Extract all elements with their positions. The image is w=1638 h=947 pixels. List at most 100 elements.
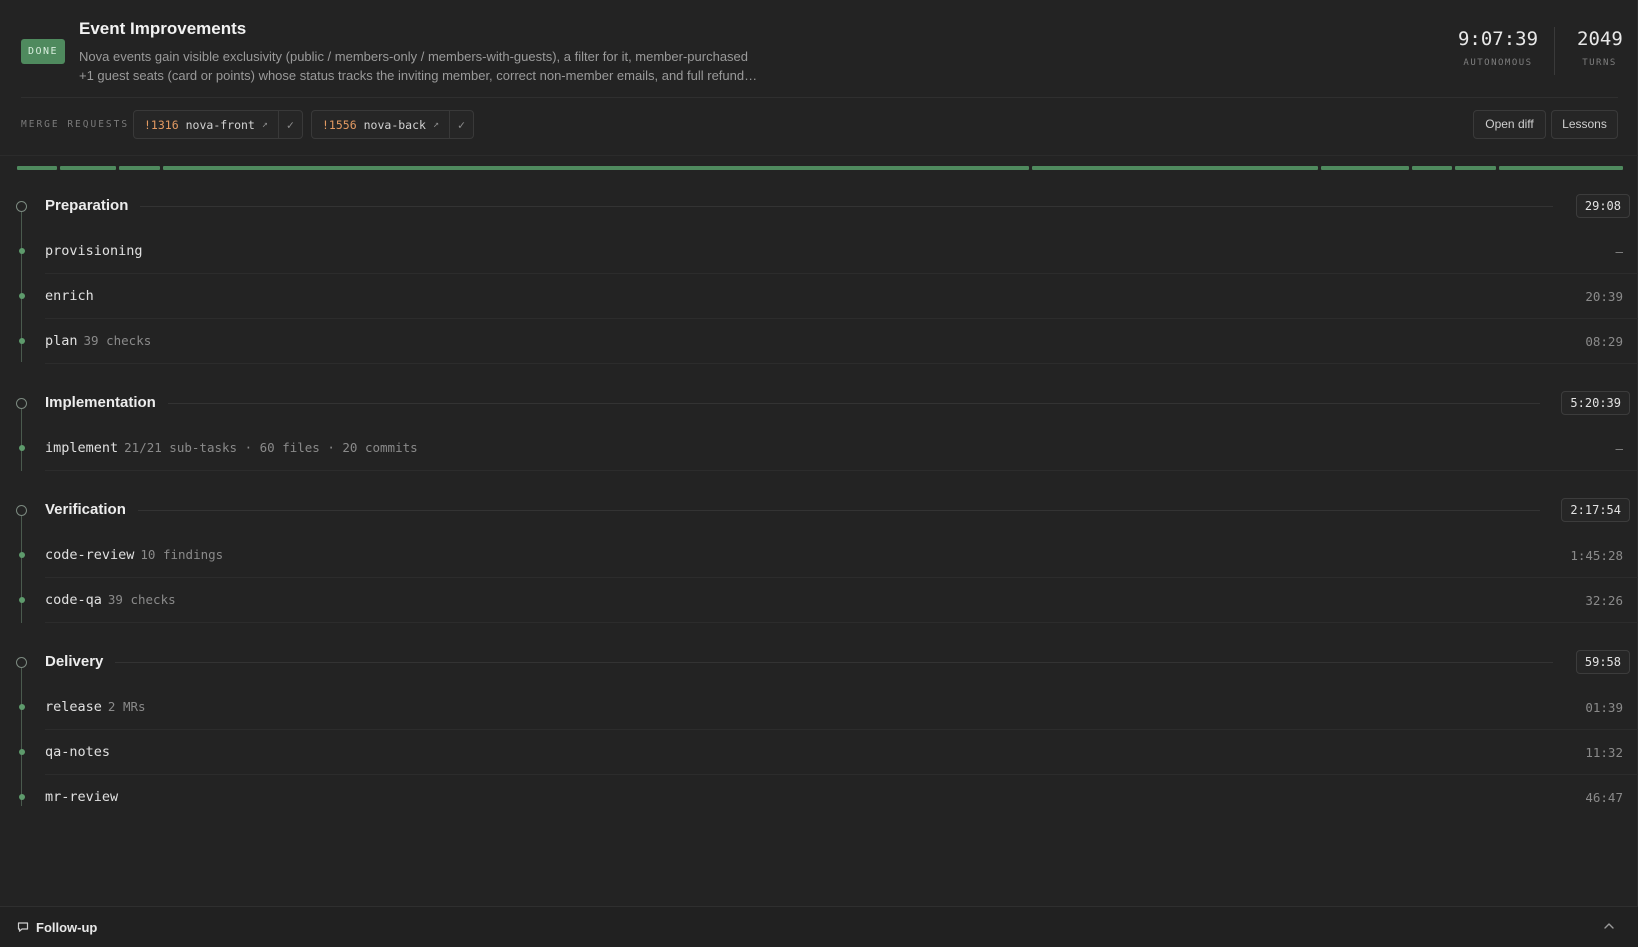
progress-segment bbox=[119, 166, 160, 170]
step-provisioning[interactable]: provisioning – bbox=[0, 229, 1638, 274]
step-implement[interactable]: implement 21/21 sub-tasks · 60 files · 20… bbox=[0, 426, 1638, 471]
lessons-button[interactable]: Lessons bbox=[1551, 110, 1618, 139]
step-duration: 11:32 bbox=[1585, 745, 1623, 760]
step-duration: – bbox=[1615, 244, 1623, 259]
step-status-icon bbox=[19, 552, 25, 558]
row-divider bbox=[45, 470, 1638, 471]
merge-requests-label: MERGE REQUESTS bbox=[21, 119, 130, 130]
mr-link[interactable]: !1556 nova-back ↗ bbox=[312, 111, 449, 138]
phase-divider bbox=[45, 403, 1540, 404]
step-name: code-review bbox=[45, 547, 135, 563]
status-badge: DONE bbox=[21, 39, 65, 64]
phase-divider bbox=[45, 510, 1540, 511]
autonomous-label: AUTONOMOUS bbox=[1463, 58, 1533, 68]
follow-up-label: Follow-up bbox=[36, 920, 98, 935]
step-duration: 32:26 bbox=[1585, 593, 1623, 608]
phase-status-icon bbox=[16, 398, 27, 409]
step-status-icon bbox=[19, 338, 25, 344]
header-divider bbox=[21, 97, 1618, 98]
phase-status-icon bbox=[16, 201, 27, 212]
turns-label: TURNS bbox=[1582, 58, 1617, 68]
step-duration: 1:45:28 bbox=[1570, 548, 1623, 563]
progress-segment bbox=[1412, 166, 1452, 170]
phase-title: Verification bbox=[45, 501, 138, 518]
external-link-icon: ↗ bbox=[261, 119, 268, 130]
mr-chip-nova-front[interactable]: !1316 nova-front ↗ ✓ bbox=[133, 110, 303, 139]
step-code-qa[interactable]: code-qa 39 checks 32:26 bbox=[0, 578, 1638, 623]
turns-value: 2049 bbox=[1577, 28, 1623, 50]
step-status-icon bbox=[19, 704, 25, 710]
step-name: provisioning bbox=[45, 243, 143, 259]
step-release[interactable]: release 2 MRs 01:39 bbox=[0, 685, 1638, 730]
step-name: implement bbox=[45, 440, 119, 456]
check-icon[interactable]: ✓ bbox=[277, 111, 302, 138]
step-code-review[interactable]: code-review 10 findings 1:45:28 bbox=[0, 533, 1638, 578]
phase-status-icon bbox=[16, 657, 27, 668]
step-name: qa-notes bbox=[45, 744, 111, 760]
mr-link[interactable]: !1316 nova-front ↗ bbox=[134, 111, 278, 138]
step-name: code-qa bbox=[45, 592, 102, 608]
metric-divider bbox=[1554, 27, 1555, 75]
step-meta: 21/21 sub-tasks · 60 files · 20 commits bbox=[124, 440, 418, 455]
step-status-icon bbox=[19, 293, 25, 299]
step-name: mr-review bbox=[45, 789, 119, 805]
follow-up-bar[interactable]: Follow-up bbox=[0, 906, 1638, 947]
step-status-icon bbox=[19, 445, 25, 451]
step-meta: 39 checks bbox=[83, 333, 152, 348]
step-meta: 39 checks bbox=[107, 592, 176, 607]
step-duration: – bbox=[1615, 441, 1623, 456]
step-duration: 20:39 bbox=[1585, 289, 1623, 304]
mr-repo: nova-back bbox=[363, 117, 426, 132]
step-plan[interactable]: plan 39 checks 08:29 bbox=[0, 319, 1638, 364]
progress-segment bbox=[163, 166, 1029, 170]
phase-title: Implementation bbox=[45, 394, 168, 411]
mr-chip-nova-back[interactable]: !1556 nova-back ↗ ✓ bbox=[311, 110, 474, 139]
step-duration: 01:39 bbox=[1585, 700, 1623, 715]
phase-implementation[interactable]: Implementation 5:20:39 bbox=[0, 383, 1638, 423]
step-status-icon bbox=[19, 749, 25, 755]
progress-segment bbox=[17, 166, 57, 170]
run-header: DONE Event Improvements Nova events gain… bbox=[0, 0, 1638, 98]
phase-progress-bar bbox=[17, 166, 1623, 170]
merge-requests-divider bbox=[0, 155, 1638, 156]
row-divider bbox=[45, 622, 1638, 623]
chat-bubble-icon bbox=[17, 922, 29, 932]
phase-status-icon bbox=[16, 505, 27, 516]
phase-divider bbox=[45, 206, 1553, 207]
step-duration: 46:47 bbox=[1585, 790, 1623, 805]
check-icon[interactable]: ✓ bbox=[448, 111, 473, 138]
progress-segment bbox=[1032, 166, 1318, 170]
phase-duration: 5:20:39 bbox=[1561, 391, 1630, 415]
step-name: release bbox=[45, 699, 102, 715]
phase-preparation[interactable]: Preparation 29:08 bbox=[0, 186, 1638, 226]
row-divider bbox=[45, 363, 1638, 364]
progress-segment bbox=[1455, 166, 1496, 170]
step-duration: 08:29 bbox=[1585, 334, 1623, 349]
autonomous-time: 9:07:39 bbox=[1457, 28, 1539, 50]
step-mr-review[interactable]: mr-review 46:47 bbox=[0, 775, 1638, 820]
mr-repo: nova-front bbox=[185, 117, 255, 132]
phase-duration: 29:08 bbox=[1575, 194, 1630, 218]
step-meta: 2 MRs bbox=[107, 699, 146, 714]
page-title: Event Improvements bbox=[79, 19, 247, 38]
chevron-up-icon[interactable] bbox=[1602, 919, 1616, 933]
description-line-2: +1 guest seats (card or points) whose st… bbox=[79, 68, 758, 83]
step-enrich[interactable]: enrich 20:39 bbox=[0, 274, 1638, 319]
step-qa-notes[interactable]: qa-notes 11:32 bbox=[0, 730, 1638, 775]
phase-title: Delivery bbox=[45, 653, 116, 670]
phase-delivery[interactable]: Delivery 59:58 bbox=[0, 642, 1638, 682]
run-description: Nova events gain visible exclusivity (pu… bbox=[79, 47, 819, 85]
progress-segment bbox=[1499, 166, 1623, 170]
step-name: enrich bbox=[45, 288, 94, 304]
phase-duration: 2:17:54 bbox=[1561, 498, 1630, 522]
external-link-icon: ↗ bbox=[432, 119, 439, 130]
mr-number: !1556 bbox=[322, 117, 357, 132]
step-status-icon bbox=[19, 597, 25, 603]
autonomous-metric: 9:07:39 AUTONOMOUS bbox=[1455, 28, 1541, 68]
run-detail-panel: DONE Event Improvements Nova events gain… bbox=[0, 0, 1638, 947]
phase-verification[interactable]: Verification 2:17:54 bbox=[0, 490, 1638, 530]
open-diff-button[interactable]: Open diff bbox=[1473, 110, 1546, 139]
phase-duration: 59:58 bbox=[1575, 650, 1630, 674]
turns-metric: 2049 TURNS bbox=[1577, 28, 1623, 68]
step-name: plan bbox=[45, 333, 78, 349]
